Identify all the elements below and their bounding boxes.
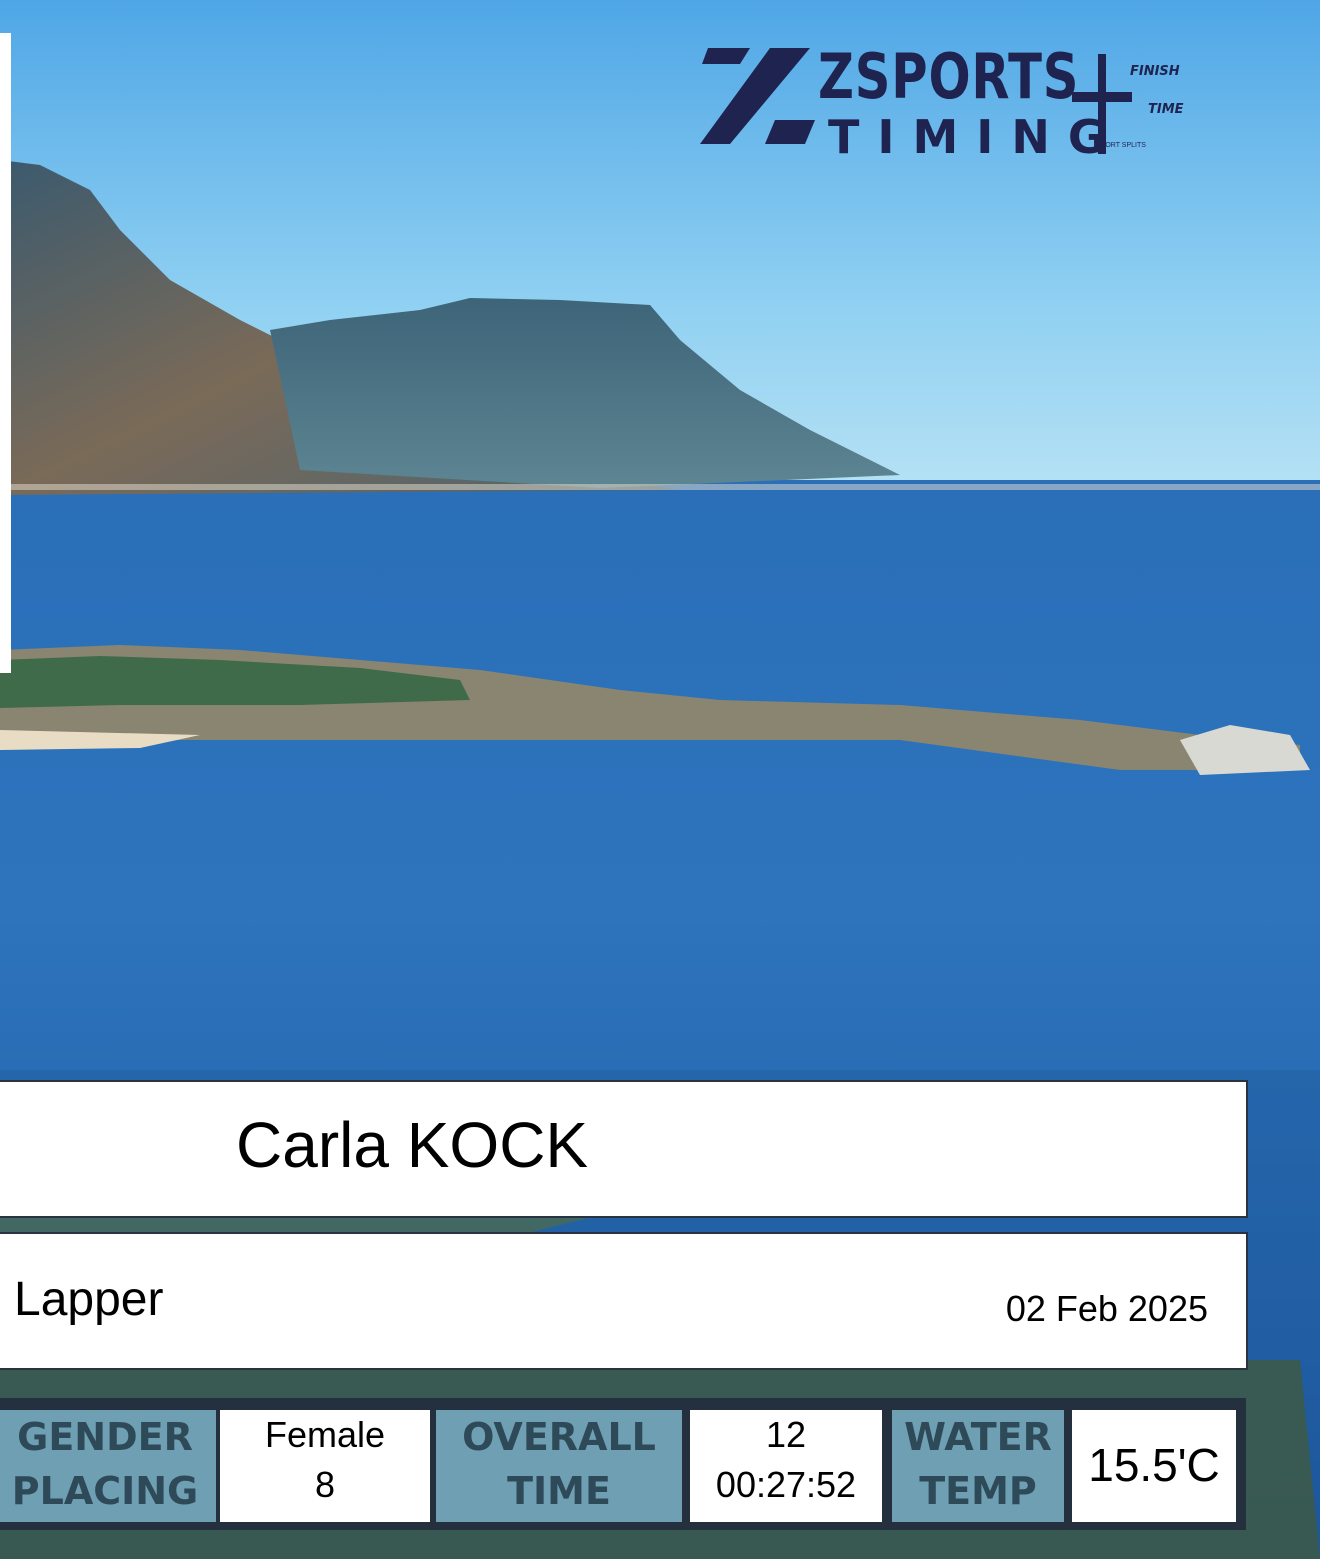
gender-placing-label: GENDER PLACING	[0, 1410, 216, 1522]
overall-label-line1: OVERALL	[462, 1415, 656, 1459]
gender-label-line1: GENDER	[17, 1415, 193, 1459]
overall-time: 00:27:52	[715, 1464, 857, 1505]
water-temp-label: WATER TEMP	[892, 1410, 1064, 1522]
water-temp-value: 15.5'C	[1072, 1410, 1236, 1522]
event-panel: Lapper 02 Feb 2025	[0, 1232, 1248, 1370]
overall-label-line2: TIME	[507, 1469, 611, 1513]
results-stats-bar: GENDER PLACING Female 8 OVERALL TIME 12 …	[0, 1398, 1246, 1530]
finish-time-tag: SPORT SPLITS	[1096, 142, 1146, 149]
gender-placing-value: Female 8	[220, 1410, 430, 1522]
gender-label-line2: PLACING	[11, 1469, 199, 1513]
event-date: 02 Feb 2025	[1005, 1288, 1208, 1329]
overall-time-value: 12 00:27:52	[690, 1410, 882, 1522]
logo-word-zsports: ZSPORTS	[818, 40, 1080, 113]
athlete-name-panel: Carla KOCK	[0, 1080, 1248, 1218]
water-label-line2: TEMP	[919, 1469, 1037, 1513]
athlete-name: Carla KOCK	[236, 1109, 589, 1181]
zsports-timing-logo: ZSPORTS TIMING FINISH TIME SPORT SPLITS	[700, 40, 1230, 170]
gender-placing-number: 8	[314, 1464, 336, 1505]
finish-time-top: FINISH	[1130, 64, 1180, 79]
overall-time-label: OVERALL TIME	[436, 1410, 682, 1522]
left-edge-strip	[0, 33, 11, 673]
gender-value: Female	[264, 1414, 386, 1455]
overall-placing: 12	[765, 1414, 807, 1455]
water-label-line1: WATER	[904, 1415, 1052, 1459]
finish-time-bottom: TIME	[1148, 102, 1184, 117]
zsports-z-mark-icon	[700, 48, 815, 144]
event-name: Lapper	[14, 1273, 164, 1326]
